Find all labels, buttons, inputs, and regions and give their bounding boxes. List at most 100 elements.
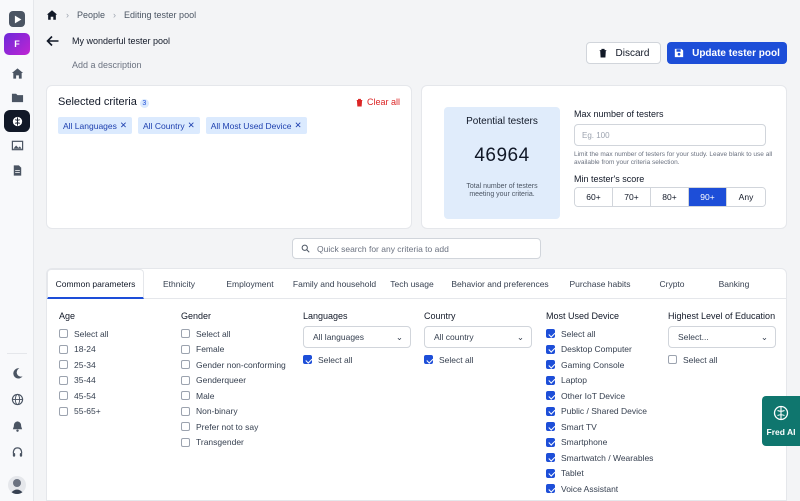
checkbox-row[interactable]: 35-44: [59, 373, 109, 389]
checkbox[interactable]: [181, 360, 190, 370]
checkbox-row[interactable]: Smartwatch / Wearables: [546, 450, 653, 466]
user-avatar[interactable]: [8, 476, 26, 494]
checkbox-row[interactable]: Female: [181, 342, 286, 358]
play-logo-icon[interactable]: [9, 11, 25, 27]
score-option-90[interactable]: 90+: [689, 188, 727, 206]
max-testers-input[interactable]: Eg. 100: [574, 124, 766, 146]
tab-employment[interactable]: Employment: [214, 269, 286, 299]
checkbox-row[interactable]: 25-34: [59, 357, 109, 373]
criteria-chip[interactable]: All Languages ✕: [58, 117, 133, 134]
checkbox-row[interactable]: 18-24: [59, 342, 109, 358]
education-select[interactable]: Select... ⌄: [668, 326, 776, 348]
checkbox-row[interactable]: Transgender: [181, 435, 286, 451]
checkbox[interactable]: [546, 422, 555, 432]
tab-purchase-habits[interactable]: Purchase habits: [559, 269, 641, 299]
checkbox[interactable]: [546, 329, 555, 339]
folder-icon[interactable]: [6, 86, 28, 108]
back-arrow-icon[interactable]: [46, 34, 60, 48]
tab-common-parameters[interactable]: Common parameters: [47, 269, 144, 299]
checkbox-row[interactable]: Prefer not to say: [181, 419, 286, 435]
checkbox[interactable]: [546, 391, 555, 401]
languages-select[interactable]: All languages ⌄: [303, 326, 411, 348]
checkbox[interactable]: [59, 329, 68, 339]
checkbox-row[interactable]: Gaming Console: [546, 357, 653, 373]
tab-behavior-preferences[interactable]: Behavior and preferences: [441, 269, 559, 299]
checkbox-row[interactable]: 45-54: [59, 388, 109, 404]
checkbox[interactable]: [181, 437, 190, 447]
checkbox-row[interactable]: Select all: [546, 326, 653, 342]
checkbox-row[interactable]: Select all: [424, 352, 532, 368]
score-option-60[interactable]: 60+: [575, 188, 613, 206]
checkbox[interactable]: [59, 375, 68, 385]
score-option-any[interactable]: Any: [727, 188, 765, 206]
checkbox-row[interactable]: Desktop Computer: [546, 342, 653, 358]
brain-icon[interactable]: [4, 110, 30, 132]
breadcrumb-people[interactable]: People: [77, 10, 105, 20]
tab-tech-usage[interactable]: Tech usage: [383, 269, 441, 299]
checkbox[interactable]: [59, 406, 68, 416]
close-icon[interactable]: ✕: [188, 120, 195, 131]
checkbox-row[interactable]: Smartphone: [546, 435, 653, 451]
checkbox[interactable]: [59, 391, 68, 401]
checkbox[interactable]: [546, 437, 555, 447]
score-option-80[interactable]: 80+: [651, 188, 689, 206]
criteria-chip[interactable]: All Most Used Device ✕: [205, 117, 307, 134]
checkbox-row[interactable]: Genderqueer: [181, 373, 286, 389]
discard-button[interactable]: Discard: [586, 42, 661, 64]
checkbox[interactable]: [303, 355, 312, 365]
checkbox[interactable]: [668, 355, 677, 365]
checkbox[interactable]: [546, 375, 555, 385]
close-icon[interactable]: ✕: [295, 120, 302, 131]
checkbox-row[interactable]: Non-binary: [181, 404, 286, 420]
page-title[interactable]: My wonderful tester pool: [72, 36, 170, 46]
checkbox[interactable]: [181, 422, 190, 432]
tab-ethnicity[interactable]: Ethnicity: [144, 269, 214, 299]
checkbox-row[interactable]: Voice Assistant: [546, 481, 653, 497]
checkbox-row[interactable]: Select all: [668, 352, 776, 368]
checkbox[interactable]: [546, 360, 555, 370]
home-icon[interactable]: [6, 62, 28, 84]
tab-crypto[interactable]: Crypto: [641, 269, 703, 299]
country-select[interactable]: All country ⌄: [424, 326, 532, 348]
checkbox[interactable]: [59, 344, 68, 354]
checkbox-row[interactable]: Gender non-conforming: [181, 357, 286, 373]
checkbox[interactable]: [181, 329, 190, 339]
bell-icon[interactable]: [6, 415, 28, 437]
checkbox-row[interactable]: Tablet: [546, 466, 653, 482]
checkbox[interactable]: [546, 453, 555, 463]
checkbox[interactable]: [181, 344, 190, 354]
checkbox-row[interactable]: Male: [181, 388, 286, 404]
checkbox-row[interactable]: Select all: [303, 352, 411, 368]
checkbox[interactable]: [59, 360, 68, 370]
tab-family-household[interactable]: Family and household: [286, 269, 383, 299]
fred-ai-button[interactable]: Fred AI: [762, 396, 800, 446]
globe-icon[interactable]: [6, 388, 28, 410]
tab-banking[interactable]: Banking: [703, 269, 765, 299]
criteria-chip[interactable]: All Country ✕: [138, 117, 200, 134]
headset-icon[interactable]: [6, 441, 28, 463]
home-icon[interactable]: [46, 9, 58, 21]
checkbox[interactable]: [546, 468, 555, 478]
workspace-avatar[interactable]: F: [4, 33, 30, 55]
checkbox-row[interactable]: Select all: [59, 326, 109, 342]
checkbox[interactable]: [424, 355, 433, 365]
moon-icon[interactable]: [6, 362, 28, 384]
checkbox[interactable]: [181, 375, 190, 385]
update-tester-pool-button[interactable]: Update tester pool: [667, 42, 787, 64]
score-option-70[interactable]: 70+: [613, 188, 651, 206]
checkbox[interactable]: [181, 391, 190, 401]
checkbox-row[interactable]: 55-65+: [59, 404, 109, 420]
checkbox[interactable]: [546, 344, 555, 354]
checkbox[interactable]: [181, 406, 190, 416]
checkbox-row[interactable]: Other IoT Device: [546, 388, 653, 404]
checkbox[interactable]: [546, 406, 555, 416]
description-field[interactable]: Add a description: [72, 60, 142, 70]
clear-all-button[interactable]: Clear all: [355, 97, 400, 107]
checkbox-row[interactable]: Smart TV: [546, 419, 653, 435]
image-icon[interactable]: [6, 134, 28, 156]
checkbox-row[interactable]: Laptop: [546, 373, 653, 389]
document-icon[interactable]: [6, 159, 28, 181]
checkbox-row[interactable]: Select all: [181, 326, 286, 342]
checkbox-row[interactable]: Public / Shared Device: [546, 404, 653, 420]
close-icon[interactable]: ✕: [120, 120, 127, 131]
